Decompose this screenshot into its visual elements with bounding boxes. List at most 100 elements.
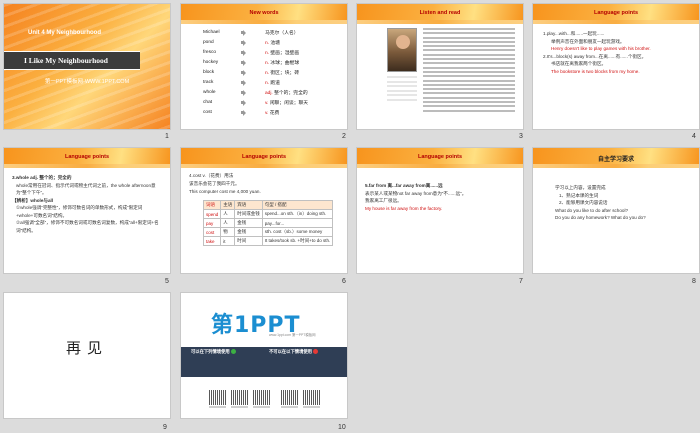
vocab-row: cost v. 花费 (203, 108, 279, 117)
point-line: 学习以上内容，设置完成 (555, 185, 606, 190)
vocab-word: cost (203, 110, 212, 115)
vocab-word: Michael (203, 30, 220, 35)
vocab-row: fresco n. 壁画；湿壁画 (203, 48, 299, 57)
vocab-word: hockey (203, 60, 219, 65)
point-line: 书店就在离我家两个街区。 (551, 61, 607, 66)
vocab-meaning: adj. 整个的；完全的 (265, 91, 308, 96)
vocab-word: chat (203, 100, 213, 105)
speaker-icon[interactable] (241, 30, 247, 36)
slide-thumbnail-7[interactable]: Language points 5.far from 离...far away … (356, 147, 524, 274)
point-line: 该音乐会花了我四千元。 (189, 181, 240, 186)
forbidden-column: 不可以在以下情境使用 (269, 349, 319, 355)
point-line: 我家离工厂很远。 (365, 198, 402, 203)
content-block: 5.far from 离...far away from离......远 表示某… (365, 182, 517, 212)
content-block: 学习以上内容，设置完成 1、熟记本课的生词 2、能够用课文内容说话 What d… (555, 184, 695, 222)
point-line: 4.cost v.（花费）用法 (189, 173, 234, 178)
vocab-meaning: v. 闲聊；闲谈；聊天 (265, 101, 309, 106)
speaker-icon[interactable] (241, 90, 247, 96)
vocab-row: Michael 马克尔（人名） (203, 28, 299, 37)
speaker-icon[interactable] (241, 60, 247, 66)
slide-number-3: 3 (519, 133, 523, 140)
content-block: 3.whole adj. 整个的；完全的 whole常用在冠词、指示代词或物主代… (12, 174, 164, 234)
slide-heading: New words (249, 10, 279, 16)
table-row: take it 时间 It takes/took sb. +时间+to do sth. (202, 236, 334, 246)
slide-heading: Language points (594, 10, 638, 16)
example-sentence: Henry doesn't like to play games with hi… (551, 46, 651, 51)
goodbye-text: 再见 (65, 339, 108, 357)
point-line: ②all强调“全部”，修饰不可数名词或可数名词复数，构成“all+限定词+名词”… (16, 220, 159, 233)
slide-thumbnail-1[interactable]: Unit 4 My Neighbourhood I Like My Neighb… (3, 3, 171, 130)
point-line: What do you like to do after school? (555, 207, 629, 213)
slide-number-8: 8 (692, 278, 696, 285)
faded-caption (387, 76, 417, 124)
point-line: ①whole强调“完整性”，修饰可数名词的单数形式，构成“限定词+whole+可… (16, 205, 143, 218)
slide-number-4: 4 (692, 133, 696, 140)
content-block: 1.play...with...和......一起玩...... 举例声音在外面… (543, 30, 693, 75)
vocab-row: block n. 街区；块；砖 (203, 68, 299, 77)
speaker-icon[interactable] (241, 70, 247, 76)
vocab-word: fresco (203, 50, 217, 55)
vocab-row: whole adj. 整个的；完全的 (203, 88, 308, 97)
vocab-meaning: 马克尔（人名） (265, 31, 299, 36)
slide-number-10: 10 (338, 424, 346, 431)
vocab-meaning: n. 冰球；曲棍球 (265, 61, 300, 66)
slide-number-2: 2 (342, 133, 346, 140)
example-sentence: The bookstore is two blocks from my home… (551, 68, 640, 74)
slide-thumbnail-10[interactable]: 第1PPT www.1ppt.com 第一PPT模板网 可以在下列情境使用 不可… (180, 292, 348, 419)
point-line: 2.It's...block(s) away from...在离......有.… (543, 53, 647, 59)
slide-thumbnail-5[interactable]: Language points 3.whole adj. 整个的；完全的 who… (3, 147, 171, 274)
slide-number-6: 6 (342, 278, 346, 285)
slide-heading: Language points (65, 154, 109, 160)
table-header: 句型 / 搭配 (261, 200, 334, 210)
vocab-meaning: n. 街区；块；砖 (265, 71, 300, 76)
slide-thumbnail-2[interactable]: New words Michael 马克尔（人名） pond n. 池塘 fre… (180, 3, 348, 130)
reading-passage (423, 28, 515, 120)
website-subtitle: 第一PPT模板网-WWW.1PPT.COM (44, 79, 130, 85)
point-line: 5.far from 离...far away from离......远 (365, 183, 443, 188)
vocab-word: block (203, 70, 215, 75)
point-line: 【辨析】whole与all (12, 197, 54, 203)
example-sentence: My house is far away from the factory. (365, 205, 443, 211)
vocab-meaning: n. 跑道 (265, 81, 280, 86)
character-photo (387, 28, 417, 72)
table-header: 词语 (202, 200, 222, 210)
point-line: Do you do any homework? What do you do? (555, 215, 646, 220)
vocab-row: hockey n. 冰球；曲棍球 (203, 58, 299, 67)
speaker-icon[interactable] (241, 100, 247, 106)
table-row: cost 物金钱 sth. cost（sb.）some money (202, 227, 334, 237)
vocab-word: track (203, 80, 214, 85)
table-row: spend 人时间或金钱 spend...on sth.（in）doing sth. (202, 209, 334, 219)
check-icon (230, 349, 236, 355)
example-sentence: This computer cost me 4,000 yuan. (189, 189, 261, 194)
slide-heading: Language points (242, 154, 286, 160)
slide-number-9: 9 (163, 424, 167, 431)
vocab-meaning: v. 花费 (265, 111, 280, 116)
table-row: pay 人金钱 pay...for... (202, 218, 334, 228)
point-line: 表示某人或某物not far away from意为“不......远”。 (365, 190, 467, 196)
slide-thumbnail-6[interactable]: Language points 4.cost v.（花费）用法 该音乐会花了我四… (180, 147, 348, 274)
slide-number-1: 1 (165, 133, 169, 140)
vocab-word: whole (203, 90, 216, 95)
point-line: 1、熟记本课的生词 (559, 192, 599, 198)
slide-heading: 自主学习要求 (597, 157, 634, 163)
brand-tagline: www.1ppt.com 第一PPT模板网 (269, 333, 316, 337)
point-line: whole常用在冠词、指示代词或物主代词之前，the whole afterno… (16, 182, 156, 196)
usage-table: 词语 主语 宾语 句型 / 搭配 spend 人时间或金钱 spend...on s… (202, 200, 334, 246)
speaker-icon[interactable] (241, 80, 247, 86)
slide-heading: Listen and read (419, 10, 461, 16)
qr-code (281, 390, 298, 405)
speaker-icon[interactable] (241, 110, 247, 116)
table-header: 主语 (220, 200, 236, 210)
slide-thumbnail-8[interactable]: 自主学习要求 学习以上内容，设置完成 1、熟记本课的生词 2、能够用课文内容说话… (532, 147, 700, 274)
point-line: 2、能够用课文内容说话 (559, 200, 608, 205)
vocab-row: track n. 跑道 (203, 78, 280, 87)
slide-thumbnail-3[interactable]: Listen and read (356, 3, 524, 130)
vocab-meaning: n. 池塘 (265, 41, 280, 46)
allowed-column: 可以在下列情境使用 (191, 349, 236, 355)
slide-thumbnail-9[interactable]: 再见 (3, 292, 171, 419)
point-line: 举例声音在外面和朋友一起玩游戏。 (551, 38, 625, 44)
slide-thumbnail-4[interactable]: Language points 1.play...with...和......一… (532, 3, 700, 130)
speaker-icon[interactable] (241, 50, 247, 56)
unit-label: Unit 4 My Neighbourhood (28, 30, 101, 36)
speaker-icon[interactable] (241, 40, 247, 46)
